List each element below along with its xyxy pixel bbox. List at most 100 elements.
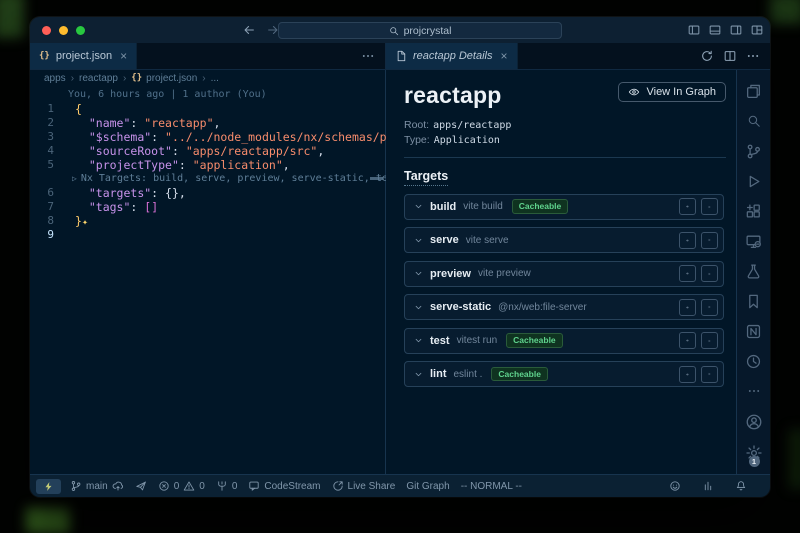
activity-files[interactable]	[737, 76, 770, 106]
view-in-graph-button[interactable]: View In Graph	[618, 82, 726, 102]
target-row-lint[interactable]: linteslint .Cacheable	[404, 361, 724, 387]
run-target-button[interactable]	[701, 366, 718, 383]
activity-extensions[interactable]	[737, 196, 770, 226]
status-codestream[interactable]: CodeStream	[248, 480, 320, 492]
code-line[interactable]: 4 "sourceRoot": "apps/reactapp/src",	[30, 144, 385, 158]
minimize-window-button[interactable]	[59, 26, 68, 35]
code-line[interactable]: 2 "name": "reactapp",	[30, 116, 385, 130]
show-target-config-button[interactable]	[679, 198, 696, 215]
activity-test-beaker[interactable]	[737, 256, 770, 286]
target-row-build[interactable]: buildvite buildCacheable	[404, 194, 724, 220]
close-window-button[interactable]	[42, 26, 51, 35]
status-vim-mode[interactable]: -- NORMAL --	[461, 481, 522, 492]
tab-label: reactapp Details	[413, 50, 493, 62]
chevron-down-icon[interactable]	[413, 201, 424, 212]
code-line[interactable]: 9	[30, 228, 385, 242]
customize-layout-icon[interactable]	[750, 23, 764, 37]
fork-icon	[216, 480, 228, 492]
activity-nx-logo[interactable]	[737, 316, 770, 346]
vscode-window: projcrystal {} project.json × reactapp D…	[30, 17, 770, 497]
activity-source-control[interactable]	[737, 136, 770, 166]
code-line[interactable]: 6 "targets": {},	[30, 186, 385, 200]
activity-history[interactable]	[737, 346, 770, 376]
close-tab-icon[interactable]: ×	[501, 49, 508, 63]
code-line[interactable]: 1{	[30, 102, 385, 116]
navigate-back-icon[interactable]	[242, 23, 256, 37]
close-tab-icon[interactable]: ×	[120, 49, 127, 63]
show-target-config-button[interactable]	[679, 299, 696, 316]
chevron-down-icon[interactable]	[413, 268, 424, 279]
tab-reactapp-details[interactable]: reactapp Details ×	[386, 43, 518, 69]
status-git-graph[interactable]: Git Graph	[406, 481, 449, 492]
layout-panel-icon[interactable]	[708, 23, 722, 37]
code-line[interactable]: 7 "tags": []	[30, 200, 385, 214]
line-number: 8	[30, 214, 75, 228]
split-editor-icon[interactable]	[723, 49, 737, 63]
more-icon[interactable]	[746, 49, 760, 63]
code-line[interactable]: 8}✦	[30, 214, 385, 228]
status-ports[interactable]: 0	[216, 480, 238, 492]
chevron-down-icon[interactable]	[413, 235, 424, 246]
right-editor-tabs: reactapp Details ×	[386, 43, 770, 69]
show-target-config-button[interactable]	[679, 232, 696, 249]
status-notifications[interactable]	[735, 480, 747, 492]
run-target-button[interactable]	[701, 299, 718, 316]
target-command: vite preview	[478, 268, 531, 279]
target-row-preview[interactable]: previewvite preview	[404, 261, 724, 287]
wallpaper-blob	[788, 429, 800, 489]
breadcrumb-item-reactapp[interactable]: reactapp	[79, 73, 118, 84]
status-label: 0	[232, 481, 238, 492]
status-feedback[interactable]	[669, 480, 681, 492]
wallpaper-blob	[0, 0, 24, 38]
gitlens-blame-text: You, 6 hours ago | 1 author (You)	[30, 88, 267, 102]
cacheable-badge: Cacheable	[506, 333, 563, 348]
scrollbar-marker[interactable]	[370, 177, 383, 180]
run-target-button[interactable]	[701, 332, 718, 349]
activity-run-debug[interactable]	[737, 166, 770, 196]
warning-triangle-icon	[183, 480, 195, 492]
status-editor-bars[interactable]	[702, 480, 714, 492]
activity-account[interactable]	[745, 406, 763, 437]
activity-more[interactable]	[737, 376, 770, 406]
nx-project-details-panel: reactapp View In Graph Root:apps/reactap…	[386, 70, 736, 474]
tab-project-json[interactable]: {} project.json ×	[30, 43, 137, 69]
show-target-config-button[interactable]	[679, 332, 696, 349]
chevron-down-icon[interactable]	[413, 335, 424, 346]
status-flow[interactable]	[135, 480, 147, 492]
run-target-button[interactable]	[701, 198, 718, 215]
chevron-down-icon[interactable]	[413, 369, 424, 380]
status-branch[interactable]: main	[70, 480, 124, 492]
activity-bookmark[interactable]	[737, 286, 770, 316]
more-icon[interactable]	[361, 49, 375, 63]
breadcrumb[interactable]: apps›reactapp›{}project.json›...	[30, 70, 385, 86]
line-number: 4	[30, 144, 75, 158]
code-editor[interactable]: You, 6 hours ago | 1 author (You)1{2 "na…	[30, 86, 385, 474]
refresh-icon[interactable]	[700, 49, 714, 63]
sparkle-icon[interactable]: ✦	[82, 217, 88, 228]
status-problems[interactable]: 00	[158, 480, 205, 492]
code-line[interactable]: 3 "$schema": "../../node_modules/nx/sche…	[30, 130, 385, 144]
code-line[interactable]: 5 "projectType": "application",	[30, 158, 385, 172]
activity-remote-explorer[interactable]	[737, 226, 770, 256]
breadcrumb-item--[interactable]: ...	[211, 73, 219, 84]
target-row-serve[interactable]: servevite serve	[404, 227, 724, 253]
show-target-config-button[interactable]	[679, 265, 696, 282]
command-center-search[interactable]: projcrystal	[278, 22, 562, 39]
breadcrumb-item-apps[interactable]: apps	[44, 73, 66, 84]
activity-search[interactable]	[737, 106, 770, 136]
target-row-test[interactable]: testvitest runCacheable	[404, 328, 724, 354]
maximize-window-button[interactable]	[76, 26, 85, 35]
show-target-config-button[interactable]	[679, 366, 696, 383]
layout-sidebar-right-icon[interactable]	[729, 23, 743, 37]
run-target-button[interactable]	[701, 232, 718, 249]
activity-settings-gear[interactable]: 1	[745, 437, 763, 468]
target-row-serve-static[interactable]: serve-static@nx/web:file-server	[404, 294, 724, 320]
run-target-button[interactable]	[701, 265, 718, 282]
layout-sidebar-left-icon[interactable]	[687, 23, 701, 37]
status-live-share[interactable]: Live Share	[332, 480, 396, 492]
run-codelens-icon[interactable]: ▷	[72, 172, 77, 186]
breadcrumb-item-project-json[interactable]: {}project.json	[131, 73, 197, 84]
status-nx-remote-indicator[interactable]	[36, 479, 61, 494]
chevron-down-icon[interactable]	[413, 302, 424, 313]
breadcrumb-separator: ›	[202, 73, 205, 84]
